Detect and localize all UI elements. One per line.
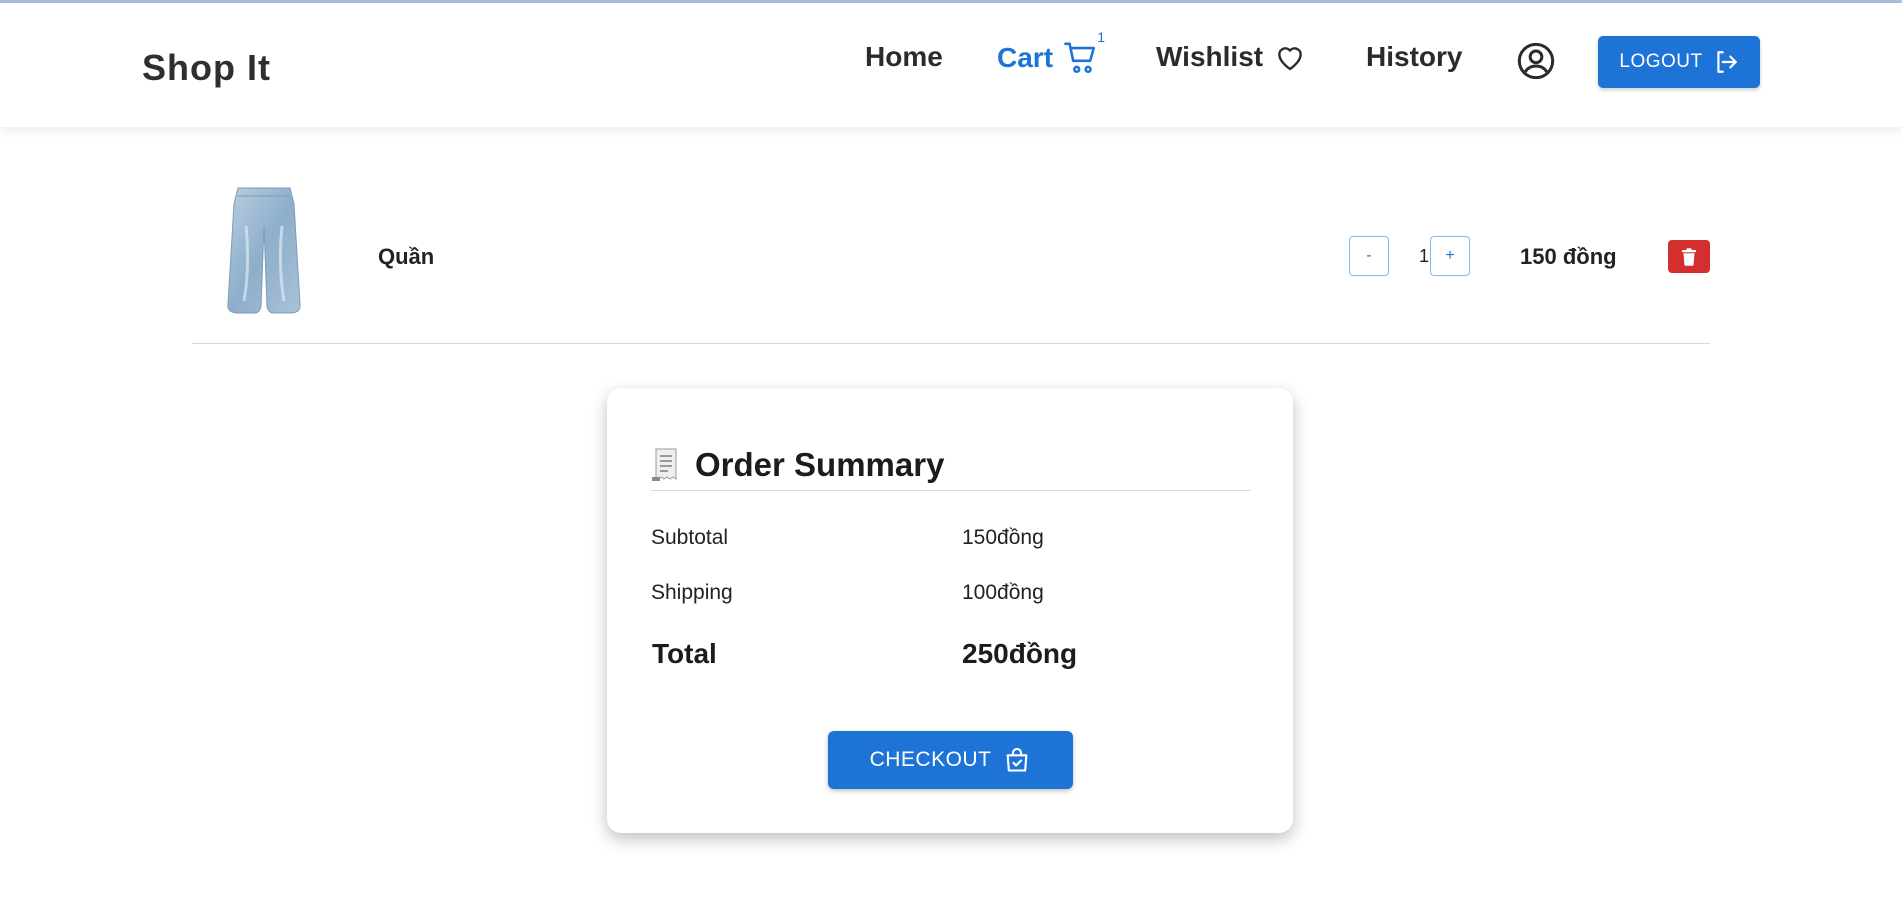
logout-label: LOGOUT bbox=[1619, 51, 1703, 72]
nav-wishlist-label: Wishlist bbox=[1156, 41, 1264, 72]
cart-count-badge: 1 bbox=[1097, 29, 1106, 45]
subtotal-value: 150đồng bbox=[962, 526, 1044, 549]
receipt-icon bbox=[652, 448, 677, 481]
checkout-button[interactable]: CHECKOUT bbox=[828, 731, 1073, 789]
logout-icon bbox=[1716, 51, 1737, 73]
subtotal-label: Subtotal bbox=[651, 526, 729, 549]
cart-icon: 1 bbox=[1063, 29, 1105, 75]
jeans-image[interactable] bbox=[224, 186, 304, 316]
logout-button[interactable]: LOGOUT bbox=[1598, 36, 1760, 88]
order-summary-header: Order Summary bbox=[651, 440, 1251, 491]
item-price: 150 đồng bbox=[1520, 244, 1617, 269]
heart-icon bbox=[1278, 47, 1302, 71]
decrease-quantity-button[interactable]: - bbox=[1349, 236, 1389, 276]
nav-cart[interactable]: Cart 1 bbox=[997, 29, 1105, 75]
nav-history-label: History bbox=[1366, 41, 1463, 72]
nav-home[interactable]: Home bbox=[865, 41, 943, 73]
delete-item-button[interactable] bbox=[1668, 240, 1710, 273]
nav-wishlist[interactable]: Wishlist bbox=[1156, 41, 1307, 73]
trash-icon bbox=[1682, 247, 1696, 266]
checkout-label: CHECKOUT bbox=[869, 748, 992, 771]
total-label: Total bbox=[652, 638, 717, 669]
increase-quantity-button[interactable]: + bbox=[1430, 236, 1470, 276]
shipping-label: Shipping bbox=[651, 581, 733, 604]
shopping-bag-check-icon bbox=[1007, 747, 1028, 772]
navbar: Shop It Home Cart 1 Wishlist History LOG… bbox=[0, 3, 1902, 127]
order-summary-card: Order Summary Subtotal 150đồng Shipping … bbox=[607, 388, 1293, 833]
brand-logo[interactable]: Shop It bbox=[142, 47, 271, 89]
cart-item-row: Quần - 1 + 150 đồng bbox=[192, 168, 1710, 344]
total-value: 250đồng bbox=[962, 638, 1078, 669]
nav-cart-label: Cart bbox=[997, 42, 1054, 73]
order-summary-title: Order Summary bbox=[695, 446, 945, 483]
nav-history[interactable]: History bbox=[1366, 41, 1462, 73]
product-name[interactable]: Quần bbox=[378, 244, 434, 270]
nav-home-label: Home bbox=[865, 41, 943, 72]
account-icon[interactable] bbox=[1516, 41, 1556, 86]
shipping-value: 100đồng bbox=[962, 581, 1044, 604]
